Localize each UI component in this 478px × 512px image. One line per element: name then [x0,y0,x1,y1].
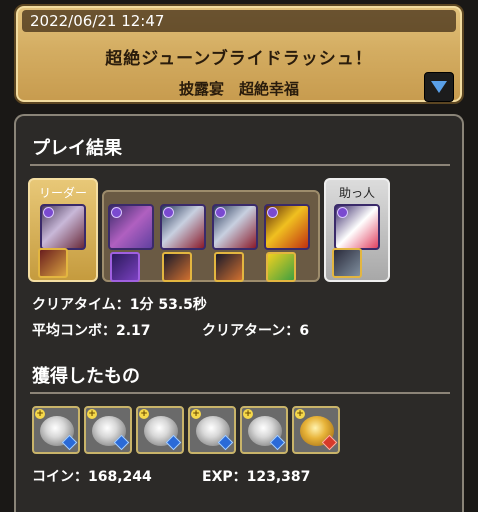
sub-monster-4-icon[interactable] [264,204,310,250]
divider [30,164,450,166]
coin-row: コイン：168,244 [32,466,152,486]
divider [30,392,450,394]
leader-monster-icon[interactable] [40,204,86,250]
silver-flower-icon[interactable]: + [136,406,184,454]
leader-label: リーダー [38,186,87,200]
sub-assist-4-icon[interactable] [266,252,296,282]
silver-flower-icon[interactable]: + [188,406,236,454]
clear-turn-value: 6 [299,323,310,339]
coin-label: コイン： [32,469,88,485]
clear-turn-label: クリアターン： [202,323,300,339]
result-panel: プレイ結果 リーダー 助っ人 クリアタイム：1分 53.5秒 平均コンボ：2.1… [14,114,464,512]
sub-monster-3-icon[interactable] [212,204,258,250]
dungeon-title: 超絶ジューンブライドラッシュ！ [105,49,373,69]
coin-value: 168,244 [88,469,152,485]
silver-flower-icon[interactable]: + [240,406,288,454]
exp-value: 123,387 [246,469,311,485]
floor-name: 披露宴 超絶幸福 [178,80,299,98]
helper-label: 助っ人 [338,186,375,200]
exp-row: EXP：123,387 [202,466,310,486]
clear-turn-row: クリアターン：6 [202,320,309,340]
silver-flower-icon[interactable]: + [32,406,80,454]
sub-monster-1-icon[interactable] [108,204,154,250]
clear-time-label: クリアタイム： [32,297,130,313]
clear-time-value: 1分 53.5秒 [129,297,207,313]
sub-monster-2-icon[interactable] [160,204,206,250]
sub-members-slot [102,190,320,282]
sub-assist-2-icon[interactable] [162,252,192,282]
sub-assist-3-icon[interactable] [214,252,244,282]
gold-flower-icon[interactable]: + [292,406,340,454]
avg-combo-label: 平均コンボ： [32,323,116,339]
helper-monster-icon[interactable] [334,204,380,250]
helper-slot: 助っ人 [324,178,390,282]
leader-assist-icon[interactable] [38,248,68,278]
dungeon-header: 2022/06/21 12:47 超絶ジューンブライドラッシュ！ 披露宴 超絶幸… [14,4,464,104]
play-result-title: プレイ結果 [32,138,122,159]
helper-assist-icon[interactable] [332,248,362,278]
rewards-title: 獲得したもの [32,366,140,387]
silver-flower-icon[interactable]: + [84,406,132,454]
play-datetime: 2022/06/21 12:47 [22,10,456,32]
avg-combo-row: 平均コンボ：2.17 [32,320,151,340]
avg-combo-value: 2.17 [116,323,151,339]
leader-slot: リーダー [28,178,98,282]
sub-assist-1-icon[interactable] [110,252,140,282]
exp-label: EXP： [202,469,247,485]
clear-time-row: クリアタイム：1分 53.5秒 [32,294,207,314]
triangle-down-icon[interactable] [424,72,454,102]
